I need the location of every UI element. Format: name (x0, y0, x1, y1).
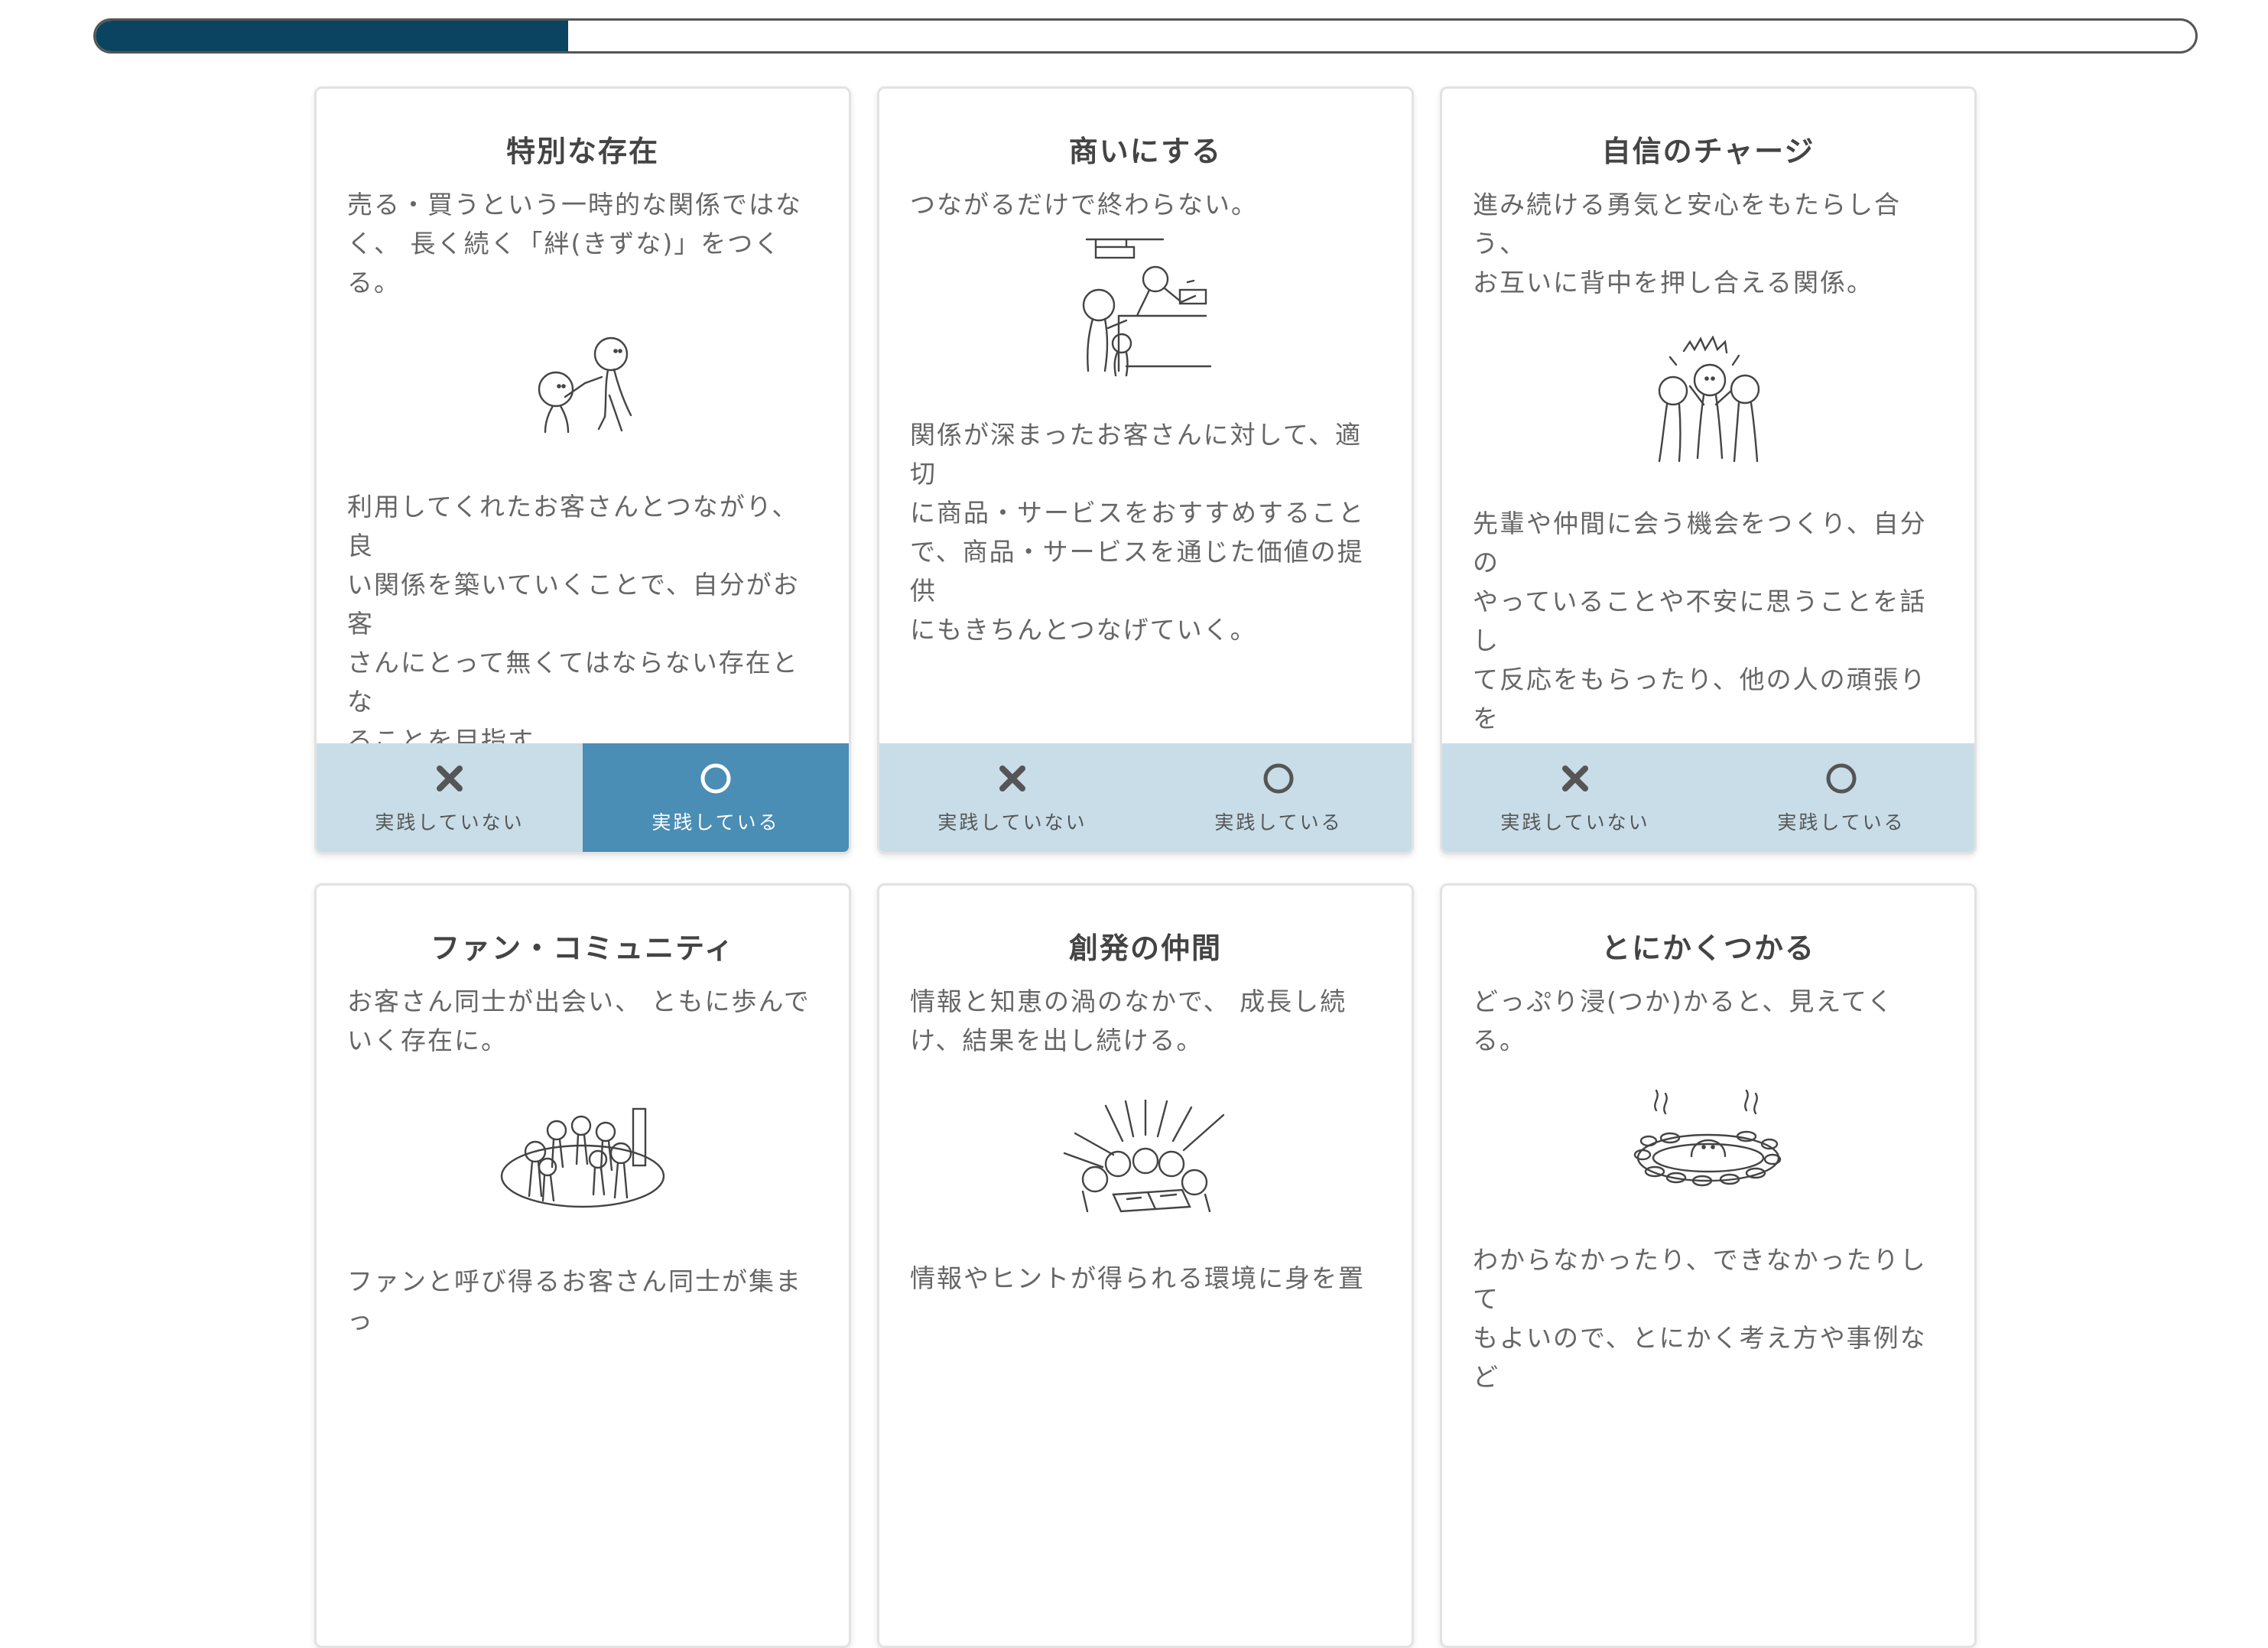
card-body: 先輩や仲間に会う機会をつくり、自分の やっていることや不安に思うことを話し て反… (1473, 509, 1927, 772)
card-body: 関係が深まったお客さんに対して、適切 に商品・サービスをおすすめすること で、商… (910, 420, 1365, 645)
card-title: とにかくつかる (1600, 931, 1815, 965)
practice-card: とにかくつかる どっぷり浸(つか)かると、見えてくる。 わからなかったり、できな… (1440, 883, 1977, 1648)
not-practicing-button[interactable]: 実践していない (317, 743, 583, 852)
cross-icon (1561, 760, 1590, 797)
not-practicing-label: 実践していない (937, 811, 1087, 834)
card-title: 特別な存在 (505, 135, 659, 168)
cheering-group-illustration (1473, 336, 1944, 463)
brainstorm-group-illustration (910, 1100, 1381, 1214)
card-body: ファンと呼び得るお客さん同士が集まっ (347, 1266, 802, 1335)
practice-choice: 実践していない 実践している (879, 743, 1412, 852)
practicing-button[interactable]: 実践している (1708, 743, 1974, 852)
circle-icon (700, 760, 732, 797)
handshake-illustration (347, 334, 818, 434)
not-practicing-button[interactable]: 実践していない (1442, 743, 1708, 852)
not-practicing-label: 実践していない (1500, 811, 1650, 834)
practice-card: 特別な存在 売る・買うという一時的な関係ではな く、 長く続く「絆(きずな)」を… (314, 86, 851, 854)
circle-icon (1262, 760, 1295, 797)
card-lead: つながるだけで終わらない。 (910, 190, 1258, 219)
practicing-label: 実践している (1777, 811, 1906, 834)
practice-card: ファン・コミュニティ お客さん同士が出会い、 ともに歩んで いく存在に。 ファン… (314, 883, 851, 1648)
card-title: 自信のチャージ (1601, 135, 1815, 168)
card-title: 創発の仲間 (1068, 931, 1222, 965)
card-body: わからなかったり、できなかったりして もよいので、とにかく考え方や事例など (1473, 1245, 1927, 1392)
card-lead: 売る・買うという一時的な関係ではな く、 長く続く「絆(きずな)」をつく る。 (347, 190, 802, 297)
card-title: ファン・コミュニティ (431, 931, 735, 965)
card-lead: 進み続ける勇気と安心をもたらし合う、 お互いに背中を押し合える関係。 (1473, 190, 1901, 297)
circle-icon (1825, 760, 1857, 797)
practice-card: 商いにする つながるだけで終わらない。 関係が深まったお客さんに対して、適切 に… (877, 86, 1414, 854)
card-lead: どっぷり浸(つか)かると、見えてくる。 (1473, 987, 1894, 1055)
card-lead: 情報と知恵の渦のなかで、 成長し続 け、結果を出し続ける。 (910, 987, 1347, 1055)
practice-card: 自信のチャージ 進み続ける勇気と安心をもたらし合う、 お互いに背中を押し合える関… (1440, 86, 1977, 854)
shop-counter-illustration (910, 236, 1381, 382)
not-practicing-button[interactable]: 実践していない (879, 743, 1145, 852)
hot-spring-illustration (1473, 1087, 1944, 1187)
practicing-label: 実践している (651, 811, 780, 834)
practice-card: 創発の仲間 情報と知恵の渦のなかで、 成長し続 け、結果を出し続ける。 情報やヒ… (877, 883, 1414, 1648)
practicing-label: 実践している (1214, 811, 1343, 834)
community-gathering-illustration (347, 1106, 818, 1208)
progress-fill (96, 21, 568, 51)
cross-icon (435, 760, 464, 797)
practicing-button[interactable]: 実践している (583, 743, 849, 852)
practice-choice: 実践していない 実践している (317, 743, 849, 852)
progress-bar (93, 18, 2198, 54)
card-title: 商いにする (1068, 135, 1223, 168)
card-lead: お客さん同士が出会い、 ともに歩んで いく存在に。 (347, 987, 811, 1055)
practicing-button[interactable]: 実践している (1145, 743, 1412, 852)
card-body: 情報やヒントが得られる環境に身を置 (910, 1263, 1365, 1293)
card-body: 利用してくれたお客さんとつながり、良 い関係を築いていくことで、自分がお客 さん… (347, 492, 800, 756)
practice-choice: 実践していない 実践している (1442, 743, 1974, 852)
not-practicing-label: 実践していない (375, 811, 525, 834)
practice-card-grid: 特別な存在 売る・買うという一時的な関係ではな く、 長く続く「絆(きずな)」を… (314, 86, 1977, 1648)
cross-icon (998, 760, 1027, 797)
